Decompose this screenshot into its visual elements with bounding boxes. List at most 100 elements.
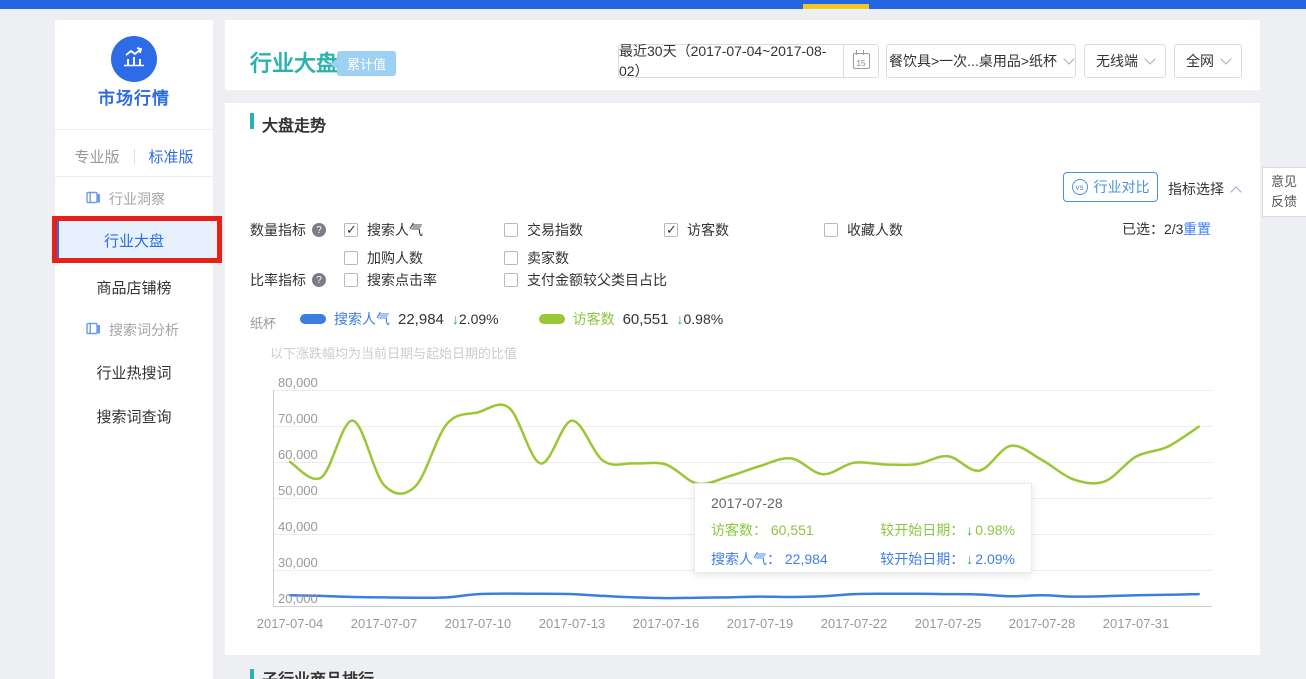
ratio-indicator-label: 比率指标 — [250, 270, 326, 290]
chart-legend: 搜索人气 22,984 2.09% 访客数 60,551 0.98% — [300, 309, 723, 329]
indicator-select-toggle[interactable]: 指标选择 — [1168, 179, 1240, 199]
compare-label: 较开始日期： — [880, 549, 964, 569]
x-axis-label: 2017-07-22 — [809, 616, 899, 631]
sidebar-item-product-shop-rank[interactable]: 商品店铺榜 — [55, 277, 213, 298]
tab-standard-version[interactable]: 标准版 — [149, 146, 194, 167]
terminal-dropdown[interactable]: 无线端 — [1084, 44, 1166, 78]
terminal-value: 无线端 — [1096, 51, 1138, 71]
sidebar — [55, 20, 213, 679]
checkbox-search-click-rate[interactable]: 搜索点击率 — [344, 270, 504, 290]
industry-compare-button[interactable]: vs 行业对比 — [1063, 172, 1158, 202]
change-value: 0.98% — [975, 522, 1015, 538]
tab-pro-version[interactable]: 专业版 — [74, 146, 119, 167]
ratio-checkbox-row: 搜索点击率 支付金额较父类目占比 — [344, 270, 667, 290]
feedback-tab[interactable]: 意见 反馈 — [1262, 167, 1306, 217]
reset-link[interactable]: 重置 — [1183, 219, 1211, 239]
series-name: 搜索人气 — [334, 309, 390, 329]
tooltip-row-search: 搜索人气： 22,984 较开始日期：2.09% — [711, 549, 1015, 569]
divider — [55, 176, 213, 177]
x-axis-label: 2017-07-31 — [1091, 616, 1181, 631]
checkbox-label: 交易指数 — [527, 220, 583, 240]
checkbox[interactable] — [504, 251, 518, 265]
cumulative-badge: 累计值 — [330, 51, 396, 76]
y-axis-label: 50,000 — [278, 483, 328, 498]
chevron-down-icon — [1144, 53, 1155, 64]
x-axis-label: 2017-07-04 — [245, 616, 335, 631]
vs-icon: vs — [1072, 179, 1088, 195]
tooltip-date: 2017-07-28 — [711, 495, 1015, 511]
calendar-button[interactable]: 15 — [843, 44, 879, 78]
x-axis-label: 2017-07-28 — [997, 616, 1087, 631]
section-title: 大盘走势 — [262, 112, 326, 136]
checkbox-label: 收藏人数 — [847, 220, 903, 240]
arrow-down-icon — [966, 522, 973, 538]
checkbox-search-popularity[interactable]: 搜索人气 — [344, 220, 504, 240]
quantity-checkbox-row-1: 搜索人气 交易指数 访客数 收藏人数 — [344, 220, 984, 240]
scope-value: 全网 — [1186, 51, 1214, 71]
y-axis-label: 20,000 — [278, 591, 328, 606]
sidebar-group-industry-insight[interactable]: 行业洞察 — [86, 189, 165, 209]
series-value: 60,551 — [623, 311, 669, 328]
section-title-bar — [250, 669, 254, 679]
legend-item-visitor-count[interactable]: 访客数 60,551 0.98% — [539, 309, 724, 329]
x-axis-label: 2017-07-10 — [433, 616, 523, 631]
series-value: 60,551 — [771, 522, 814, 538]
x-axis-label: 2017-07-25 — [903, 616, 993, 631]
help-icon[interactable] — [312, 273, 326, 287]
x-axis-label: 2017-07-13 — [527, 616, 617, 631]
top-nav-active-indicator — [803, 4, 869, 9]
checkbox[interactable] — [504, 223, 518, 237]
badge-label: 累计值 — [337, 51, 396, 76]
date-range-selector[interactable]: 最近30天（2017-07-04~2017-08-02） — [618, 44, 844, 78]
checkbox-label: 支付金额较父类目占比 — [527, 270, 667, 290]
checkbox-visitor-count[interactable]: 访客数 — [664, 220, 824, 240]
y-axis-label: 40,000 — [278, 519, 328, 534]
divider — [55, 129, 213, 130]
top-nav-bar — [0, 0, 1306, 9]
checkbox-favorite-count[interactable]: 收藏人数 — [824, 220, 984, 240]
sidebar-group-label: 搜索词分析 — [109, 320, 179, 340]
checkbox-seller-count[interactable]: 卖家数 — [504, 248, 664, 268]
chevron-down-icon — [1220, 53, 1231, 64]
annotation-highlight-box — [52, 216, 222, 263]
checkbox-trade-index[interactable]: 交易指数 — [504, 220, 664, 240]
chart-tooltip: 2017-07-28 访客数： 60,551 较开始日期：0.98% 搜索人气：… — [694, 483, 1032, 573]
next-section-header: 子行业商品排行 — [250, 666, 374, 679]
book-icon — [86, 322, 101, 338]
sidebar-item-search-word-query[interactable]: 搜索词查询 — [55, 406, 213, 427]
sidebar-item-hot-search-words[interactable]: 行业热搜词 — [55, 362, 213, 383]
x-axis-label: 2017-07-16 — [621, 616, 711, 631]
checkbox-add-cart-count[interactable]: 加购人数 — [344, 248, 504, 268]
tooltip-series-value: 搜索人气： 22,984 — [711, 549, 828, 569]
section-title: 子行业商品排行 — [262, 666, 374, 679]
checkbox[interactable] — [344, 223, 358, 237]
help-icon[interactable] — [312, 223, 326, 237]
checkbox[interactable] — [504, 273, 518, 287]
checkbox-payment-parent-ratio[interactable]: 支付金额较父类目占比 — [504, 270, 667, 290]
tooltip-compare: 较开始日期：2.09% — [880, 549, 1015, 569]
badge-arrow — [330, 59, 337, 69]
category-dropdown[interactable]: 餐饮具>一次...桌用品>纸杯 — [886, 44, 1076, 78]
y-axis-label: 30,000 — [278, 555, 328, 570]
checkbox[interactable] — [824, 223, 838, 237]
book-icon — [86, 191, 101, 207]
category-value: 餐饮具>一次...桌用品>纸杯 — [889, 51, 1057, 71]
series-color-pill — [300, 314, 326, 324]
scope-dropdown[interactable]: 全网 — [1174, 44, 1242, 78]
calendar-icon: 15 — [853, 53, 870, 69]
arrow-down-icon — [452, 311, 459, 327]
checkbox-label: 卖家数 — [527, 248, 569, 268]
sidebar-group-search-analysis[interactable]: 搜索词分析 — [86, 320, 179, 340]
checkbox[interactable] — [664, 223, 678, 237]
feedback-line: 反馈 — [1271, 192, 1303, 212]
checkbox-label: 加购人数 — [367, 248, 423, 268]
checkbox[interactable] — [344, 273, 358, 287]
y-axis-label: 70,000 — [278, 411, 328, 426]
checkbox-label: 访客数 — [687, 220, 729, 240]
chart-note: 以下涨跌幅均为当前日期与起始日期的比值 — [270, 343, 517, 362]
checkbox[interactable] — [344, 251, 358, 265]
legend-item-search-popularity[interactable]: 搜索人气 22,984 2.09% — [300, 309, 499, 329]
quantity-indicator-label: 数量指标 — [250, 220, 326, 240]
series-value: 22,984 — [398, 311, 444, 328]
app-title: 市场行情 — [55, 84, 213, 109]
